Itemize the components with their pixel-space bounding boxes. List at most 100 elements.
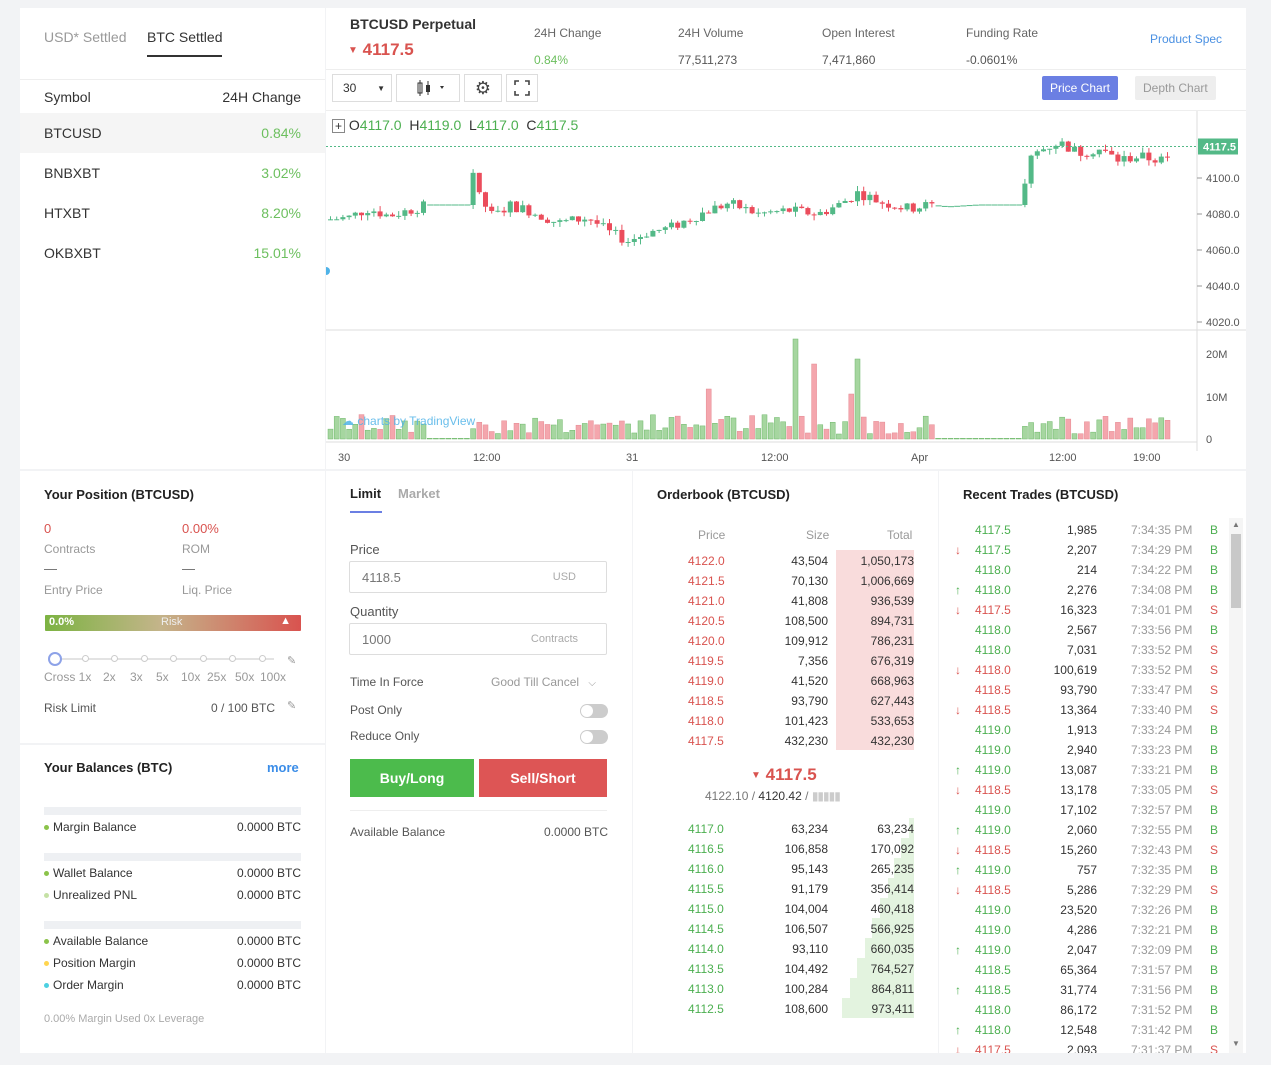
trade-time: 7:33:24 PM [1131,723,1193,737]
tab-btc-settled[interactable]: BTC Settled [147,29,223,57]
trade-row: 4119.0 1,913 7:33:24 PM B [955,719,1223,739]
trade-row: ↑ 4119.0 757 7:32:35 PM B [955,859,1223,879]
volume-bar [364,429,371,440]
volume-bar [792,338,799,440]
volume-bar [730,417,737,440]
volume-bar [1102,416,1109,440]
volume-bar [718,419,724,440]
arrow-up-icon: ↑ [955,863,961,877]
open-interest-value: 7,471,860 [822,53,876,67]
trade-size: 31,774 [1060,983,1097,997]
trade-size: 2,940 [1066,743,1097,757]
trade-size: 2,093 [1066,1043,1097,1053]
volume-bar [606,422,613,440]
ohlc-toggle-icon[interactable]: + [332,119,346,133]
trade-price: 4118.5 [975,983,1011,997]
market-row-okbxbt[interactable]: OKBXBT 15.01% [20,233,325,273]
trade-row: 4118.0 7,031 7:33:52 PM S [955,639,1223,659]
volume-bar [947,438,954,440]
instrument-name: BTCUSD Perpetual [350,16,477,32]
volume-bar [867,433,873,440]
volume-bar [656,430,662,440]
trade-row: 4119.0 2,940 7:33:23 PM B [955,739,1223,759]
candle [495,210,501,212]
trade-side: S [1210,643,1219,657]
candle [514,201,519,213]
trade-side: B [1210,803,1219,817]
candle [799,206,805,209]
candle [1084,155,1090,157]
volume-bar [693,424,700,440]
candle [421,201,426,213]
candle [1041,149,1046,152]
trade-size: 16,323 [1060,603,1097,617]
trades-scrollbar[interactable]: ▲ ▼ [1229,518,1243,1053]
volume-bar [1115,422,1121,440]
product-spec-link[interactable]: Product Spec [1150,32,1222,46]
interval-select[interactable]: 30 ▼ [332,74,392,102]
volume-bar [786,426,793,440]
scroll-down-icon[interactable]: ▼ [1232,1039,1240,1048]
volume-bar [767,422,774,440]
trade-size: 93,790 [1060,683,1097,697]
trade-side: S [1210,883,1219,897]
fullscreen-button[interactable] [506,74,538,102]
tab-limit[interactable]: Limit [350,486,382,513]
arrow-up-icon: ↑ [955,583,961,597]
trade-price: 4118.0 [975,623,1011,637]
trade-size: 757 [1076,863,1097,877]
trade-row: ↓ 4117.5 2,093 7:31:37 PM S [955,1039,1223,1053]
trade-row: 4117.5 1,985 7:34:35 PM B [955,519,1223,539]
candle [340,217,346,220]
trade-time: 7:32:55 PM [1131,823,1193,837]
trade-side: B [1210,763,1219,777]
candle [904,203,910,210]
trade-row: 4118.0 214 7:34:22 PM B [955,559,1223,579]
arrow-down-icon: ↓ [955,603,961,617]
trade-side: S [1210,703,1219,717]
market-row-bnbxbt[interactable]: BNBXBT 3.02% [20,153,325,193]
trade-price: 4118.0 [975,563,1011,577]
depth-chart-button[interactable]: Depth Chart [1135,76,1216,100]
trade-price: 4118.5 [975,783,1011,797]
market-change: 15.01% [253,245,301,261]
trade-side: B [1210,863,1219,877]
scroll-up-icon[interactable]: ▲ [1232,520,1240,529]
trade-row: 4118.5 93,790 7:33:47 PM S [955,679,1223,699]
volume-bar [433,438,439,440]
markets-panel: USD* Settled BTC Settled Symbol 24H Chan… [20,8,325,469]
volume-bar [451,438,458,440]
trade-side: B [1210,1003,1219,1017]
volume-bar [1133,427,1140,440]
candle [352,212,358,216]
market-row-htxbt[interactable]: HTXBT 8.20% [20,193,325,233]
price-chart-area[interactable]: 4117.5 4100.0 4080.0 4060.0 4040.0 4020.0 20M 1… [322,110,1246,469]
candle [780,208,786,212]
market-symbol: BTCUSD [44,125,102,141]
volume-bar [588,420,594,440]
volume-bar [426,438,433,440]
volume-bar [594,424,600,440]
arrow-up-icon: ↑ [955,823,961,837]
volume-bar [327,428,334,440]
candle [923,202,929,209]
price-chart-button[interactable]: Price Chart [1042,76,1119,100]
chart-settings-button[interactable]: ⚙ [464,74,502,102]
volume-bar [377,429,383,440]
tab-market[interactable]: Market [398,486,440,501]
candle [1028,155,1034,184]
market-change: 0.84% [261,125,301,141]
candle [1115,154,1121,162]
ohlc-close: 4117.5 [536,117,579,133]
trade-size: 4,286 [1066,923,1097,937]
trade-time: 7:33:52 PM [1131,643,1193,657]
trade-row: ↓ 4118.0 100,619 7:33:52 PM S [955,659,1223,679]
market-row-btcusd[interactable]: BTCUSD 0.84% [20,113,325,153]
candle [755,212,761,214]
scrollbar-thumb[interactable] [1231,534,1241,608]
tab-usd-settled[interactable]: USD* Settled [44,29,126,45]
candle [359,212,364,216]
candle [1109,150,1115,155]
trade-price: 4118.0 [975,643,1011,657]
chart-type-select[interactable] [396,74,460,102]
